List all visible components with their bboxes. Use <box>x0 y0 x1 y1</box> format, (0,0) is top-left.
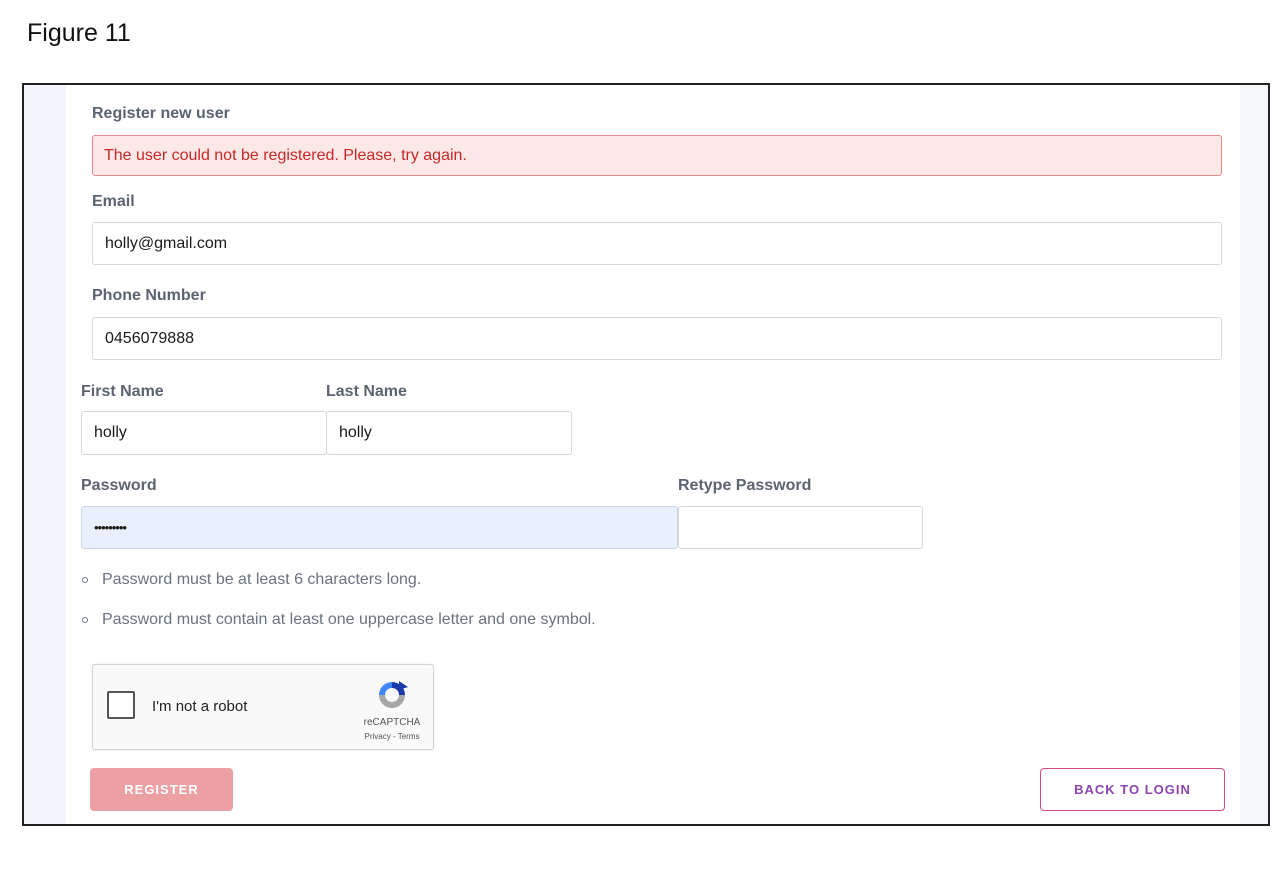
register-button[interactable]: REGISTER <box>90 768 233 811</box>
right-gutter <box>1240 85 1268 824</box>
register-form-frame: Register new user The user could not be … <box>22 83 1270 826</box>
form-title: Register new user <box>92 105 230 122</box>
recaptcha-privacy-terms[interactable]: Privacy - Terms <box>357 732 427 741</box>
recaptcha-checkbox[interactable] <box>107 691 135 719</box>
password-rule-text: Password must contain at least one upper… <box>102 611 596 628</box>
recaptcha-logo-icon <box>379 681 408 708</box>
password-field[interactable]: ••••••••• <box>81 506 678 549</box>
bullet-icon <box>82 577 88 583</box>
recaptcha-label: I'm not a robot <box>152 698 248 715</box>
figure-caption: Figure 11 <box>27 19 131 47</box>
first-name-label: First Name <box>81 383 164 400</box>
retype-password-field[interactable] <box>678 506 923 549</box>
bullet-icon <box>82 617 88 623</box>
first-name-field[interactable]: holly <box>81 411 327 455</box>
back-to-login-button[interactable]: BACK TO LOGIN <box>1040 768 1225 811</box>
email-label: Email <box>92 193 135 210</box>
phone-field[interactable]: 0456079888 <box>92 317 1222 360</box>
left-gutter <box>24 85 66 824</box>
recaptcha-brand: reCAPTCHA <box>363 717 421 728</box>
last-name-label: Last Name <box>326 383 407 400</box>
password-rule-text: Password must be at least 6 characters l… <box>102 571 422 588</box>
phone-label: Phone Number <box>92 287 206 304</box>
password-rule-item: Password must be at least 6 characters l… <box>82 571 421 589</box>
error-alert: The user could not be registered. Please… <box>92 135 1222 176</box>
password-label: Password <box>81 477 157 494</box>
recaptcha-widget: I'm not a robot reCAPTCHA Privacy - Term… <box>92 664 434 750</box>
retype-password-label: Retype Password <box>678 477 812 494</box>
password-rule-item: Password must contain at least one upper… <box>82 611 596 629</box>
email-field[interactable]: holly@gmail.com <box>92 222 1222 265</box>
last-name-field[interactable]: holly <box>326 411 572 455</box>
